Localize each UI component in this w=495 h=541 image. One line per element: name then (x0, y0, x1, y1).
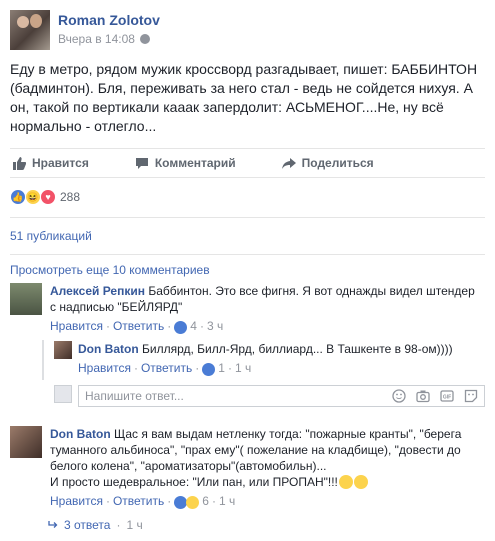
sticker-icon[interactable] (464, 389, 478, 403)
svg-text:GIF: GIF (443, 395, 451, 401)
post-header: Roman Zolotov Вчера в 14:08 (10, 10, 160, 50)
reply-comment: Don Baton Биллярд, Билл-Ярд, биллиард...… (54, 341, 484, 376)
comment-icon (135, 157, 148, 169)
comment-body: Don Baton Щас я вам выдам нетленку тогда… (50, 426, 480, 509)
comment-likes[interactable]: 1 (218, 360, 225, 376)
reactions-count: 288 (60, 190, 81, 204)
gif-icon[interactable]: GIF (440, 389, 454, 403)
author-name[interactable]: Roman Zolotov (58, 12, 160, 28)
reply-input-placeholder: Напишите ответ... (85, 389, 184, 403)
shares-link[interactable]: 51 публикаций (10, 229, 92, 243)
comment-age[interactable]: 1 ч (219, 493, 235, 509)
view-more-comments-link[interactable]: Просмотреть еще 10 комментариев (10, 263, 210, 277)
haha-reaction-icon: 😆 (25, 189, 41, 205)
globe-icon (139, 34, 150, 44)
comment-likes[interactable]: 6 (202, 493, 209, 509)
comment-age[interactable]: 3 ч (207, 318, 223, 334)
thumbs-up-icon (13, 156, 26, 170)
post-actions: Нравится Комментарий Поделиться (10, 148, 485, 178)
share-label: Поделиться (301, 156, 374, 170)
comment-body: Алексей Репкин Баббинтон. Это все фигня.… (50, 283, 480, 334)
like-count-icon (174, 320, 188, 334)
like-reaction-icon: 👍 (10, 189, 26, 205)
post-meta: Roman Zolotov Вчера в 14:08 (58, 10, 160, 50)
comment-reply-link[interactable]: Ответить (141, 360, 192, 376)
camera-icon[interactable] (416, 389, 430, 403)
reply-arrow-icon (48, 521, 58, 528)
share-button[interactable]: Поделиться (280, 156, 374, 170)
comment-like-link[interactable]: Нравится (50, 318, 103, 334)
comment-body: Don Baton Биллярд, Билл-Ярд, биллиард...… (78, 341, 453, 376)
comment-meta: Нравится · Ответить · 6 · 1 ч (50, 493, 236, 509)
haha-count-icon (186, 495, 200, 509)
comment-content: Don Baton Биллярд, Билл-Ярд, биллиард...… (78, 341, 453, 357)
comment-text: Биллярд, Билл-Ярд, биллиард... В Ташкент… (142, 342, 453, 356)
like-label: Нравится (32, 156, 89, 170)
reply-input-icons: GIF (392, 389, 478, 403)
current-user-avatar (54, 385, 72, 403)
commenter-avatar[interactable] (10, 426, 42, 458)
comment-likes[interactable]: 4 (190, 318, 197, 334)
replies-count: 3 ответа (64, 518, 111, 532)
post-time[interactable]: Вчера в 14:08 (58, 32, 135, 46)
comment-button[interactable]: Комментарий (133, 156, 236, 170)
comment-text: И просто шедевральное: "Или пан, или ПРО… (50, 475, 338, 489)
commenter-name[interactable]: Don Baton (50, 427, 111, 441)
comment-content-line2: И просто шедевральное: "Или пан, или ПРО… (50, 474, 480, 490)
reply-input[interactable]: Напишите ответ... GIF (78, 385, 485, 407)
reply-thread-line (42, 340, 44, 380)
author-avatar[interactable] (10, 10, 50, 50)
grinning-emoji-icon (338, 475, 353, 489)
commenter-avatar[interactable] (54, 341, 72, 359)
share-icon (281, 157, 296, 169)
comment-meta: Нравится · Ответить · 4 · 3 ч (50, 318, 224, 334)
comment-content: Алексей Репкин Баббинтон. Это все фигня.… (50, 283, 480, 315)
emoji-picker-icon[interactable] (392, 389, 406, 403)
divider (10, 217, 485, 218)
comment-text: Щас я вам выдам нетленку тогда: "пожарны… (50, 427, 462, 473)
comment-content: Don Baton Щас я вам выдам нетленку тогда… (50, 426, 480, 474)
commenter-name[interactable]: Don Baton (78, 342, 139, 356)
comment-like-link[interactable]: Нравится (78, 360, 131, 376)
post-time-row: Вчера в 14:08 (58, 32, 160, 46)
comment-age[interactable]: 1 ч (235, 360, 251, 376)
replies-age: 1 ч (126, 518, 143, 532)
post-text: Еду в метро, рядом мужик кроссворд разга… (10, 61, 478, 134)
comment: Don Baton Щас я вам выдам нетленку тогда… (10, 426, 480, 509)
comment-reply-link[interactable]: Ответить (113, 493, 164, 509)
view-replies-link[interactable]: 3 ответа · 1 ч (48, 518, 143, 532)
like-button[interactable]: Нравится (10, 156, 89, 170)
comment-meta: Нравится · Ответить · 1 · 1 ч (78, 360, 252, 376)
comment: Алексей Репкин Баббинтон. Это все фигня.… (10, 283, 480, 334)
like-count-icon (202, 362, 216, 376)
love-reaction-icon: ♥ (40, 189, 56, 205)
reactions-summary[interactable]: 👍 😆 ♥ 288 (10, 189, 80, 205)
divider (10, 254, 485, 255)
comment-like-link[interactable]: Нравится (50, 493, 103, 509)
grinning-emoji-icon (353, 475, 368, 489)
commenter-avatar[interactable] (10, 283, 42, 315)
comment-reply-link[interactable]: Ответить (113, 318, 164, 334)
comment-label: Комментарий (154, 156, 236, 170)
commenter-name[interactable]: Алексей Репкин (50, 284, 145, 298)
